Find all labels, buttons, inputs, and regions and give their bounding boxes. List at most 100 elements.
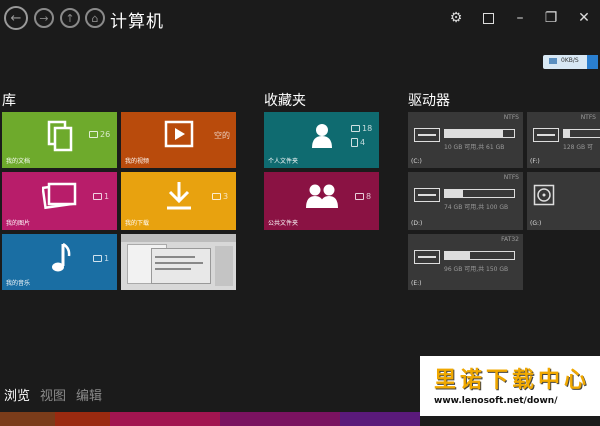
tab-view[interactable]: 视图	[40, 385, 66, 404]
maximize-icon: ❐	[544, 10, 558, 26]
thumbnail-line	[155, 268, 191, 270]
color-stripe	[110, 412, 220, 426]
network-icon	[549, 58, 557, 64]
tile-my-videos[interactable]: 空的 我的视频	[121, 112, 236, 168]
drive-filesystem: NTFS	[580, 114, 596, 121]
forward-button[interactable]: →	[34, 8, 54, 28]
drive-letter: (C:)	[411, 158, 422, 165]
close-button[interactable]: ✕	[574, 8, 594, 28]
drive-filesystem: NTFS	[503, 174, 519, 181]
network-speed-badge: 0KB/S	[543, 55, 598, 69]
watermark-text: 里诺下载中心	[434, 367, 591, 393]
tile-my-pictures[interactable]: 1 我的图片	[2, 172, 117, 230]
drive-g[interactable]: (G:)	[527, 172, 600, 230]
drive-c[interactable]: NTFS 10 GB 可用,共 61 GB (C:)	[408, 112, 523, 168]
tile-recent-thumbnail[interactable]	[121, 234, 236, 290]
tile-label: 我的下载	[125, 220, 150, 227]
tab-edit[interactable]: 编辑	[76, 385, 102, 404]
settings-button[interactable]: ⚙	[446, 8, 466, 28]
home-icon: ⌂	[91, 11, 99, 25]
hard-drive-icon	[414, 128, 440, 142]
color-stripe	[340, 412, 420, 426]
tile-public-folder[interactable]: 8 公共文件夹	[264, 172, 379, 230]
tile-count: 3	[223, 192, 229, 201]
folder-icon	[355, 193, 364, 200]
tile-label: 公共文件夹	[268, 220, 299, 227]
forward-arrow-icon: →	[39, 11, 49, 25]
drive-d[interactable]: NTFS 74 GB 可用,共 100 GB (D:)	[408, 172, 523, 230]
maximize-button[interactable]: ❐	[541, 8, 561, 28]
hard-drive-icon	[533, 128, 559, 142]
thumbnail-window	[151, 248, 211, 284]
video-icon	[164, 120, 194, 148]
tile-label: 我的音乐	[6, 280, 31, 287]
back-button[interactable]: ←	[4, 6, 28, 30]
drive-usage-text: 74 GB 可用,共 100 GB	[444, 204, 509, 211]
documents-icon	[47, 120, 73, 152]
tile-my-downloads[interactable]: 3 我的下载	[121, 172, 236, 230]
pictures-icon	[42, 182, 77, 210]
drive-e[interactable]: FAT32 96 GB 可用,共 150 GB (E:)	[408, 234, 523, 290]
drive-letter: (G:)	[530, 220, 542, 227]
drive-f[interactable]: NTFS 128 GB 可 (F:)	[527, 112, 600, 168]
tile-count: 18	[362, 124, 373, 133]
drive-usage-bar	[444, 189, 515, 198]
back-arrow-icon: ←	[10, 10, 22, 26]
optical-drive-icon	[533, 184, 555, 206]
color-stripe	[0, 412, 55, 426]
library-heading: 库	[2, 93, 16, 109]
music-note-icon	[52, 242, 71, 272]
thumbnail-line	[155, 256, 195, 258]
thumbnail-titlebar	[121, 234, 236, 242]
speed-value: 0KB/S	[561, 57, 579, 64]
watermark-logo: 里诺下载中心 www.lenosoft.net/down/	[420, 356, 600, 416]
color-stripe	[55, 412, 110, 426]
tile-count: 1	[104, 192, 110, 201]
up-arrow-icon: ↑	[65, 11, 75, 25]
tile-my-documents[interactable]: 26 我的文档	[2, 112, 117, 168]
file-icon	[351, 138, 358, 147]
tile-label: 我的视频	[125, 158, 150, 165]
gear-icon: ⚙	[449, 10, 463, 26]
users-icon	[306, 184, 338, 208]
tile-count: 8	[366, 192, 372, 201]
thumbnail-panel	[215, 246, 233, 286]
folder-icon	[212, 193, 221, 200]
minimize-icon: –	[516, 10, 524, 26]
color-stripe	[220, 412, 340, 426]
tile-label: 我的图片	[6, 220, 31, 227]
watermark-url: www.lenosoft.net/down/	[434, 396, 558, 406]
up-button[interactable]: ↑	[60, 8, 80, 28]
drive-letter: (F:)	[530, 158, 540, 165]
folder-icon	[93, 255, 102, 262]
folder-icon	[89, 131, 98, 138]
tile-label: 我的文档	[6, 158, 31, 165]
minimize-button[interactable]: –	[510, 8, 530, 28]
drive-filesystem: FAT32	[501, 236, 519, 243]
favorites-heading: 收藏夹	[264, 93, 306, 109]
tile-count: 空的	[214, 131, 230, 140]
drive-usage-text: 96 GB 可用,共 150 GB	[444, 266, 509, 273]
thumbnail-line	[155, 262, 203, 264]
hard-drive-icon	[414, 188, 440, 202]
tile-my-music[interactable]: 1 我的音乐	[2, 234, 117, 290]
tab-browse[interactable]: 浏览	[4, 385, 30, 404]
drive-usage-bar	[444, 251, 515, 260]
tile-personal-folder[interactable]: 18 4 个人文件夹	[264, 112, 379, 168]
drive-letter: (E:)	[411, 280, 422, 287]
close-icon: ✕	[578, 10, 590, 26]
drive-letter: (D:)	[411, 220, 423, 227]
tile-count: 1	[104, 254, 110, 263]
restore-button[interactable]	[478, 8, 498, 28]
home-button[interactable]: ⌂	[85, 8, 105, 28]
drive-usage-bar	[444, 129, 515, 138]
drives-heading: 驱动器	[408, 93, 450, 109]
folder-icon	[351, 125, 360, 132]
drive-usage-text: 128 GB 可	[563, 144, 594, 151]
folder-icon	[93, 193, 102, 200]
lightning-icon	[587, 55, 598, 69]
drive-filesystem: NTFS	[503, 114, 519, 121]
tile-count: 4	[360, 138, 366, 147]
drive-usage-bar	[563, 129, 600, 138]
hard-drive-icon	[414, 250, 440, 264]
